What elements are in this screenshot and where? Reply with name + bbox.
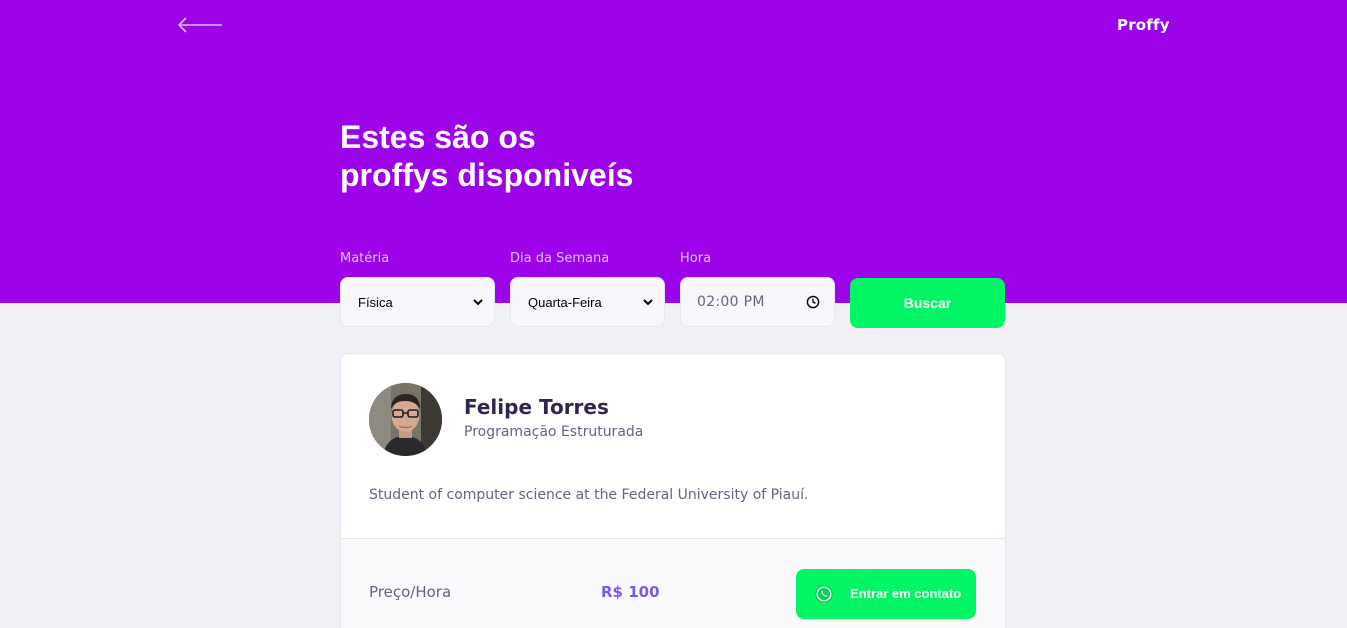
teacher-bio: Student of computer science at the Feder…: [369, 487, 809, 503]
contact-button[interactable]: Entrar em contato: [796, 569, 976, 619]
logo: Proffy: [1117, 16, 1170, 34]
whatsapp-icon: [815, 585, 833, 603]
page-title-line-2: proffys disponiveís: [340, 157, 634, 193]
chevron-down-icon: [643, 299, 653, 306]
subject-label: Matéria: [340, 251, 390, 266]
price-label: Preço/Hora: [369, 583, 452, 601]
teacher-name: Felipe Torres: [464, 395, 609, 419]
week-day-select-value: Quarta-Feira: [528, 294, 602, 310]
chevron-down-icon: [473, 299, 483, 306]
subject-select[interactable]: Física: [340, 277, 495, 327]
card-footer: Preço/Hora R$ 100 Entrar em contato: [341, 538, 1005, 628]
time-input-value: 02:00 PM: [697, 294, 765, 310]
page-title: Estes são os proffys disponiveís: [340, 118, 800, 194]
subject-select-value: Física: [358, 294, 393, 310]
week-day-select[interactable]: Quarta-Feira: [510, 277, 665, 327]
back-link[interactable]: [177, 14, 223, 36]
clock-icon[interactable]: [806, 295, 820, 309]
avatar: [369, 383, 442, 456]
search-button[interactable]: Buscar: [850, 278, 1005, 328]
week-day-label: Dia da Semana: [510, 251, 610, 266]
contact-button-label: Entrar em contato: [850, 586, 962, 601]
arrow-left-icon: [177, 17, 222, 33]
page-title-line-1: Estes são os: [340, 119, 536, 155]
price-value: R$ 100: [601, 583, 660, 601]
teacher-card: Felipe Torres Programação Estruturada St…: [340, 353, 1006, 628]
time-input[interactable]: 02:00 PM: [680, 277, 835, 327]
time-label: Hora: [680, 251, 712, 266]
teacher-subject: Programação Estruturada: [464, 424, 644, 440]
